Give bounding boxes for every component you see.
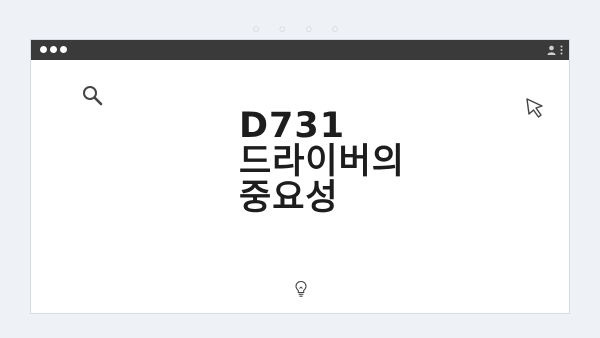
page-background: ○ ○ ○ ○ D731 드라이버의 중요성 [0, 0, 600, 338]
window-dot-1[interactable] [40, 46, 47, 53]
window-dot-3[interactable] [60, 46, 67, 53]
browser-window: D731 드라이버의 중요성 [30, 39, 570, 314]
window-titlebar [31, 40, 569, 60]
kebab-icon[interactable] [560, 45, 563, 55]
user-icon[interactable] [547, 45, 556, 55]
titlebar-right-controls [547, 44, 563, 56]
title-line-1: D731 [239, 106, 346, 146]
title-line-3: 중요성 [239, 178, 339, 218]
top-pagination-dots: ○ ○ ○ ○ [252, 25, 348, 33]
window-content: D731 드라이버의 중요성 [31, 60, 569, 313]
page-title: D731 드라이버의 중요성 [239, 108, 405, 216]
search-icon [81, 84, 105, 108]
cursor-icon [525, 97, 547, 119]
window-dot-2[interactable] [50, 46, 57, 53]
title-line-2: 드라이버의 [239, 142, 406, 182]
lightbulb-icon [294, 280, 308, 298]
